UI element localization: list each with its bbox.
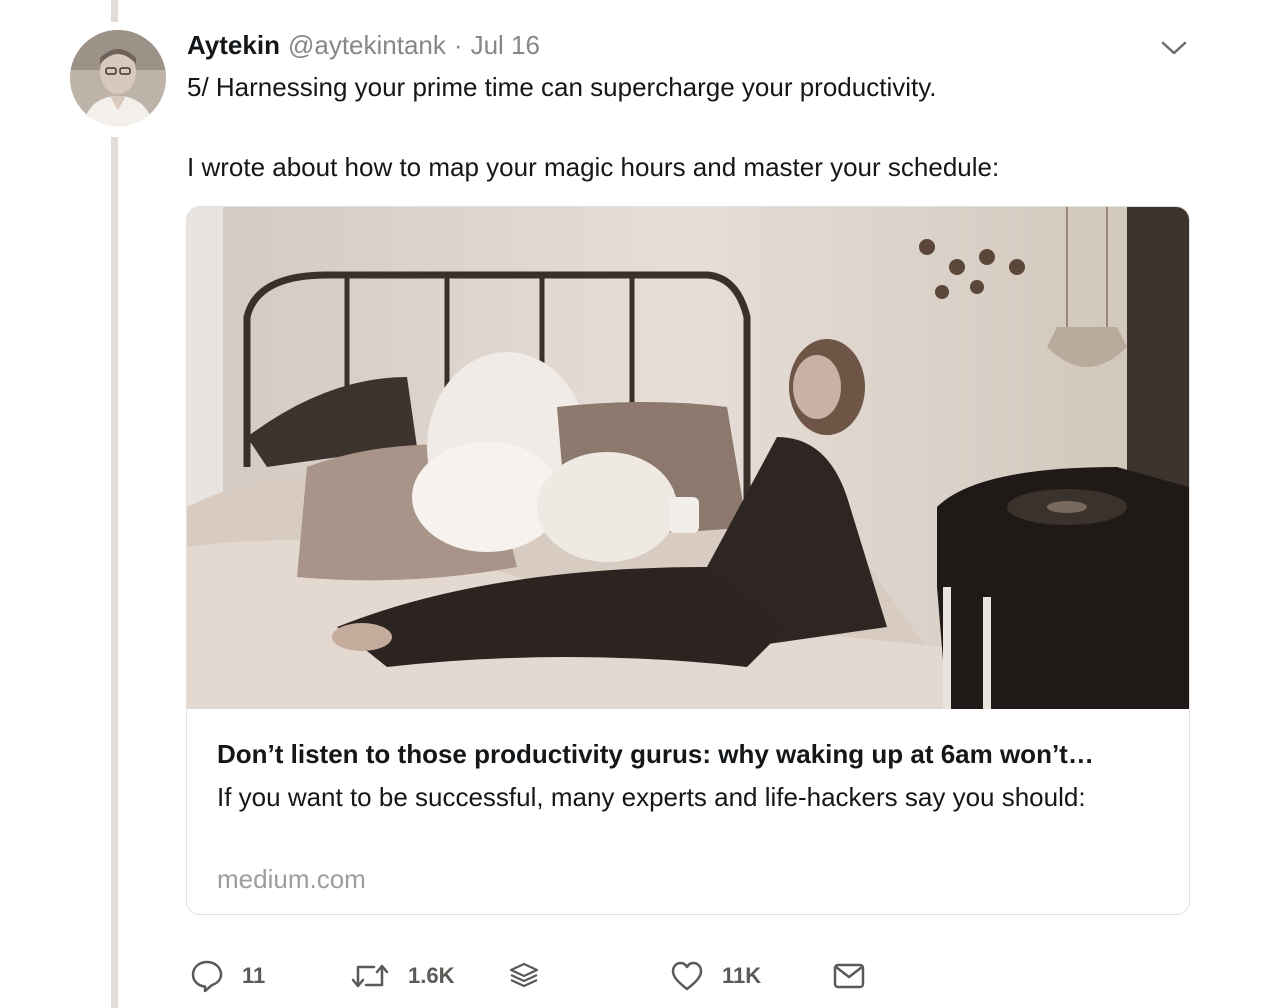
tweet-header: Aytekin @aytekintank · Jul 16 [187,30,540,64]
tweet-actions: 11 1.6K 11K [0,956,1264,996]
message-button[interactable] [832,956,866,996]
chevron-down-icon[interactable] [1158,34,1190,62]
like-button[interactable]: 11K [670,956,761,996]
card-title[interactable]: Don’t listen to those productivity gurus… [217,737,1177,771]
retweet-button[interactable]: 1.6K [350,956,454,996]
separator-dot: · [453,30,463,60]
envelope-icon [832,961,866,991]
retweet-icon [350,961,390,991]
author-name[interactable]: Aytekin [187,30,280,61]
tweet-text-line-1: 5/ Harnessing your prime time can superc… [187,72,937,102]
layers-button[interactable] [508,956,540,996]
thread-line-top [111,0,118,22]
like-count: 11K [722,963,762,988]
card-image [187,207,1189,709]
card-domain: medium.com [217,864,366,894]
thread-line-bottom [111,137,118,1008]
card-description: If you want to be successful, many exper… [217,782,1086,812]
tweet-date[interactable]: Jul 16 [471,30,540,61]
reply-icon [190,959,224,993]
retweet-count: 1.6K [408,963,455,988]
author-handle[interactable]: @aytekintank [288,30,446,61]
avatar[interactable] [70,30,166,126]
layers-icon [508,960,540,992]
link-card[interactable]: Don’t listen to those productivity gurus… [186,206,1190,915]
heart-icon [670,960,704,992]
reply-count: 11 [242,963,266,988]
reply-button[interactable]: 11 [190,956,265,996]
tweet-text-line-2: I wrote about how to map your magic hour… [187,152,1000,182]
